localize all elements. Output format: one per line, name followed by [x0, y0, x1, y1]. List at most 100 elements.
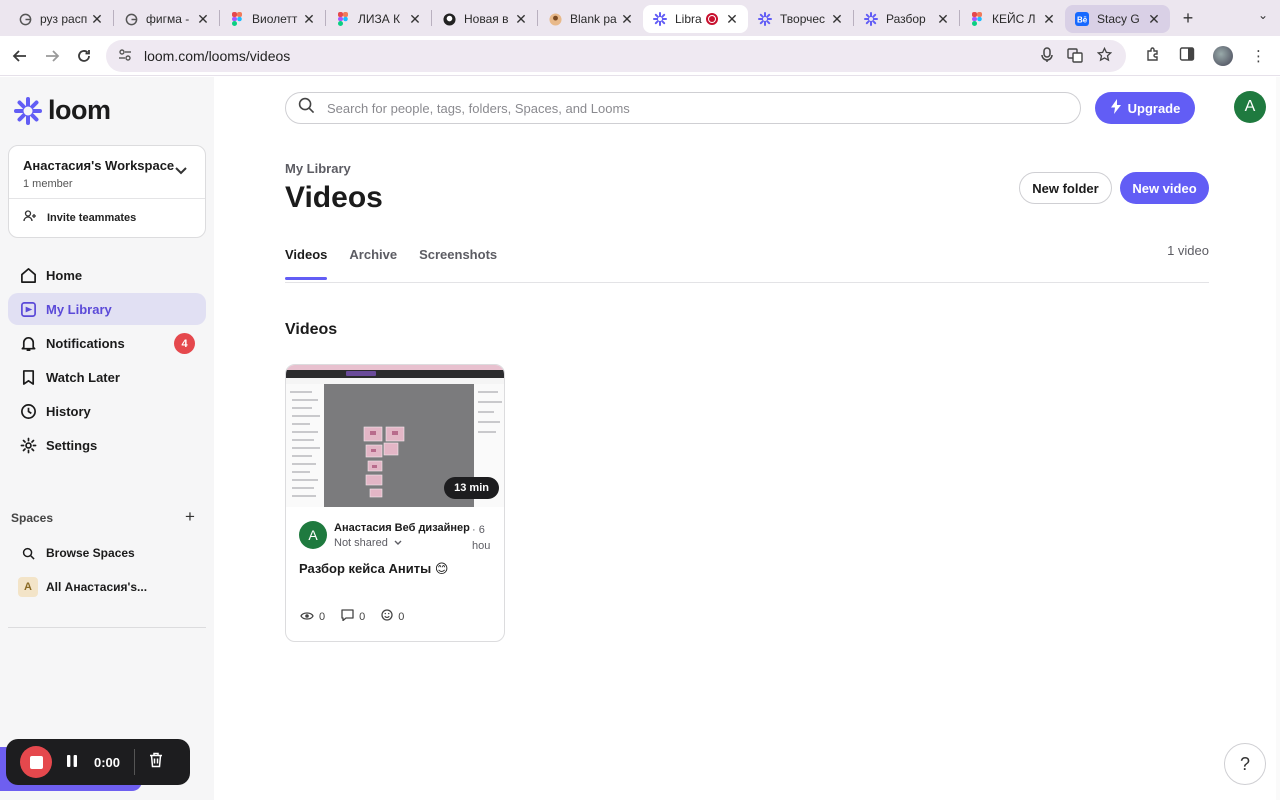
- microphone-icon[interactable]: [1041, 46, 1053, 66]
- sidebar-item-all-space[interactable]: A All Анастасия's...: [18, 577, 147, 597]
- close-icon[interactable]: ✕: [301, 11, 317, 28]
- notification-count-badge: 4: [174, 333, 195, 354]
- workspace-switcher[interactable]: Анастасия's Workspace 1 member Invite te…: [8, 145, 206, 238]
- home-icon: [18, 267, 38, 284]
- scrollbar[interactable]: [1276, 77, 1280, 800]
- browser-tab[interactable]: КЕЙС Л ✕: [960, 5, 1065, 33]
- browser-tab-strip: руз расп ✕ фигма - ✕ Виолетт ✕ ЛИЗА К ✕ …: [0, 0, 1280, 36]
- invite-label: Invite teammates: [47, 211, 137, 224]
- close-icon[interactable]: ✕: [195, 11, 211, 28]
- address-bar[interactable]: loom.com/looms/videos: [106, 40, 1126, 72]
- tab-archive[interactable]: Archive: [349, 247, 397, 280]
- tab-videos[interactable]: Videos: [285, 247, 328, 280]
- clock-icon: [18, 403, 38, 420]
- video-count: 1 video: [1167, 243, 1209, 258]
- new-tab-button[interactable]: +: [1174, 4, 1202, 32]
- sidebar-item-browse-spaces[interactable]: Browse Spaces: [18, 546, 135, 560]
- back-arrow-icon[interactable]: [4, 40, 36, 72]
- video-title[interactable]: Разбор кейса Аниты 😊: [299, 561, 448, 577]
- tab-title: Разбор: [886, 12, 926, 26]
- video-card[interactable]: 13 min A Анастасия Веб дизайнер · 6 hou …: [285, 364, 505, 642]
- loom-logo[interactable]: loom: [14, 95, 111, 126]
- trash-icon[interactable]: [149, 752, 163, 772]
- loom-icon: [653, 12, 667, 26]
- google-g-icon: [18, 12, 32, 26]
- search-icon: [298, 97, 315, 119]
- tab-search-chevron-icon[interactable]: ⌄: [1258, 8, 1268, 22]
- browser-tab-active[interactable]: Libra ✕: [643, 5, 748, 33]
- sharing-dropdown[interactable]: Not shared: [334, 537, 402, 549]
- browser-tab[interactable]: руз расп ✕: [8, 5, 113, 33]
- upgrade-button[interactable]: Upgrade: [1095, 92, 1195, 124]
- kebab-menu-icon[interactable]: ⋮: [1251, 47, 1266, 65]
- browser-tab[interactable]: Виолетт ✕: [220, 5, 325, 33]
- page-title: Videos: [285, 181, 383, 214]
- new-folder-button[interactable]: New folder: [1019, 172, 1112, 204]
- close-icon[interactable]: ✕: [513, 11, 529, 28]
- sidebar-item-home[interactable]: Home: [8, 259, 206, 291]
- sidebar-item-label: Notifications: [46, 335, 125, 351]
- loom-icon: [864, 12, 878, 26]
- browser-tab[interactable]: Blank pa ✕: [538, 5, 643, 33]
- bookmark-star-icon[interactable]: [1096, 46, 1113, 66]
- close-icon[interactable]: ✕: [407, 11, 423, 28]
- browser-tab[interactable]: фигма - ✕: [114, 5, 219, 33]
- stop-recording-button[interactable]: [20, 746, 52, 778]
- browser-tab[interactable]: Bē Stacy G ✕: [1065, 5, 1170, 33]
- library-icon: [18, 301, 38, 318]
- new-video-button[interactable]: New video: [1120, 172, 1209, 204]
- pause-icon[interactable]: [66, 754, 78, 771]
- browser-tab[interactable]: Новая в ✕: [432, 5, 537, 33]
- extensions-puzzle-icon[interactable]: [1145, 46, 1161, 66]
- video-thumbnail[interactable]: 13 min: [286, 365, 504, 507]
- search-input[interactable]: Search for people, tags, folders, Spaces…: [285, 92, 1081, 124]
- sidebar-nav: Home My Library Notifications 4 Watch La…: [8, 259, 206, 463]
- video-stats: 0 0 0: [300, 609, 420, 624]
- forward-arrow-icon[interactable]: [36, 40, 68, 72]
- tab-screenshots[interactable]: Screenshots: [419, 247, 497, 280]
- search-placeholder: Search for people, tags, folders, Spaces…: [327, 100, 630, 116]
- browser-tab[interactable]: Творчес ✕: [748, 5, 853, 33]
- close-icon[interactable]: ✕: [619, 11, 635, 28]
- add-user-icon: [23, 210, 37, 225]
- close-icon[interactable]: ✕: [89, 11, 105, 28]
- site-settings-icon[interactable]: [118, 48, 132, 65]
- close-icon[interactable]: ✕: [724, 11, 740, 28]
- logo-text: loom: [48, 95, 111, 125]
- browser-tab[interactable]: ЛИЗА К ✕: [326, 5, 431, 33]
- sidebar-item-label: All Анастасия's...: [46, 580, 148, 594]
- views-count: 0: [319, 610, 326, 623]
- views-stat: 0: [300, 609, 325, 624]
- user-avatar[interactable]: A: [1234, 91, 1266, 123]
- profile-avatar[interactable]: [1213, 46, 1233, 66]
- main-content: Search for people, tags, folders, Spaces…: [214, 77, 1280, 800]
- help-button[interactable]: ?: [1224, 743, 1266, 785]
- github-icon: [442, 12, 456, 26]
- avatar-icon: [548, 12, 562, 26]
- comments-stat: 0: [341, 609, 365, 624]
- side-panel-icon[interactable]: [1179, 46, 1195, 66]
- browser-toolbar: loom.com/looms/videos ⋮: [0, 36, 1280, 76]
- chevron-down-icon: [394, 537, 402, 549]
- close-icon[interactable]: ✕: [1041, 11, 1057, 28]
- sidebar-item-settings[interactable]: Settings: [8, 429, 206, 461]
- reload-icon[interactable]: [68, 40, 100, 72]
- add-space-plus-icon[interactable]: +: [185, 507, 195, 527]
- breadcrumb[interactable]: My Library: [285, 161, 351, 176]
- tab-title: Libra: [675, 12, 702, 26]
- close-icon[interactable]: ✕: [1146, 11, 1162, 28]
- sidebar-item-my-library[interactable]: My Library: [8, 293, 206, 325]
- close-icon[interactable]: ✕: [935, 11, 951, 28]
- browser-tab[interactable]: Разбор ✕: [854, 5, 959, 33]
- sidebar-item-watch-later[interactable]: Watch Later: [8, 361, 206, 393]
- sidebar-item-label: My Library: [46, 301, 112, 317]
- space-avatar: A: [18, 577, 38, 597]
- invite-teammates-button[interactable]: Invite teammates: [23, 210, 136, 225]
- recording-timer: 0:00: [94, 754, 121, 770]
- translate-icon[interactable]: [1067, 47, 1083, 66]
- sidebar-item-notifications[interactable]: Notifications 4: [8, 327, 206, 359]
- chevron-down-icon[interactable]: [175, 164, 187, 178]
- sidebar-item-history[interactable]: History: [8, 395, 206, 427]
- sidebar: loom Анастасия's Workspace 1 member Invi…: [0, 77, 214, 800]
- close-icon[interactable]: ✕: [829, 11, 845, 28]
